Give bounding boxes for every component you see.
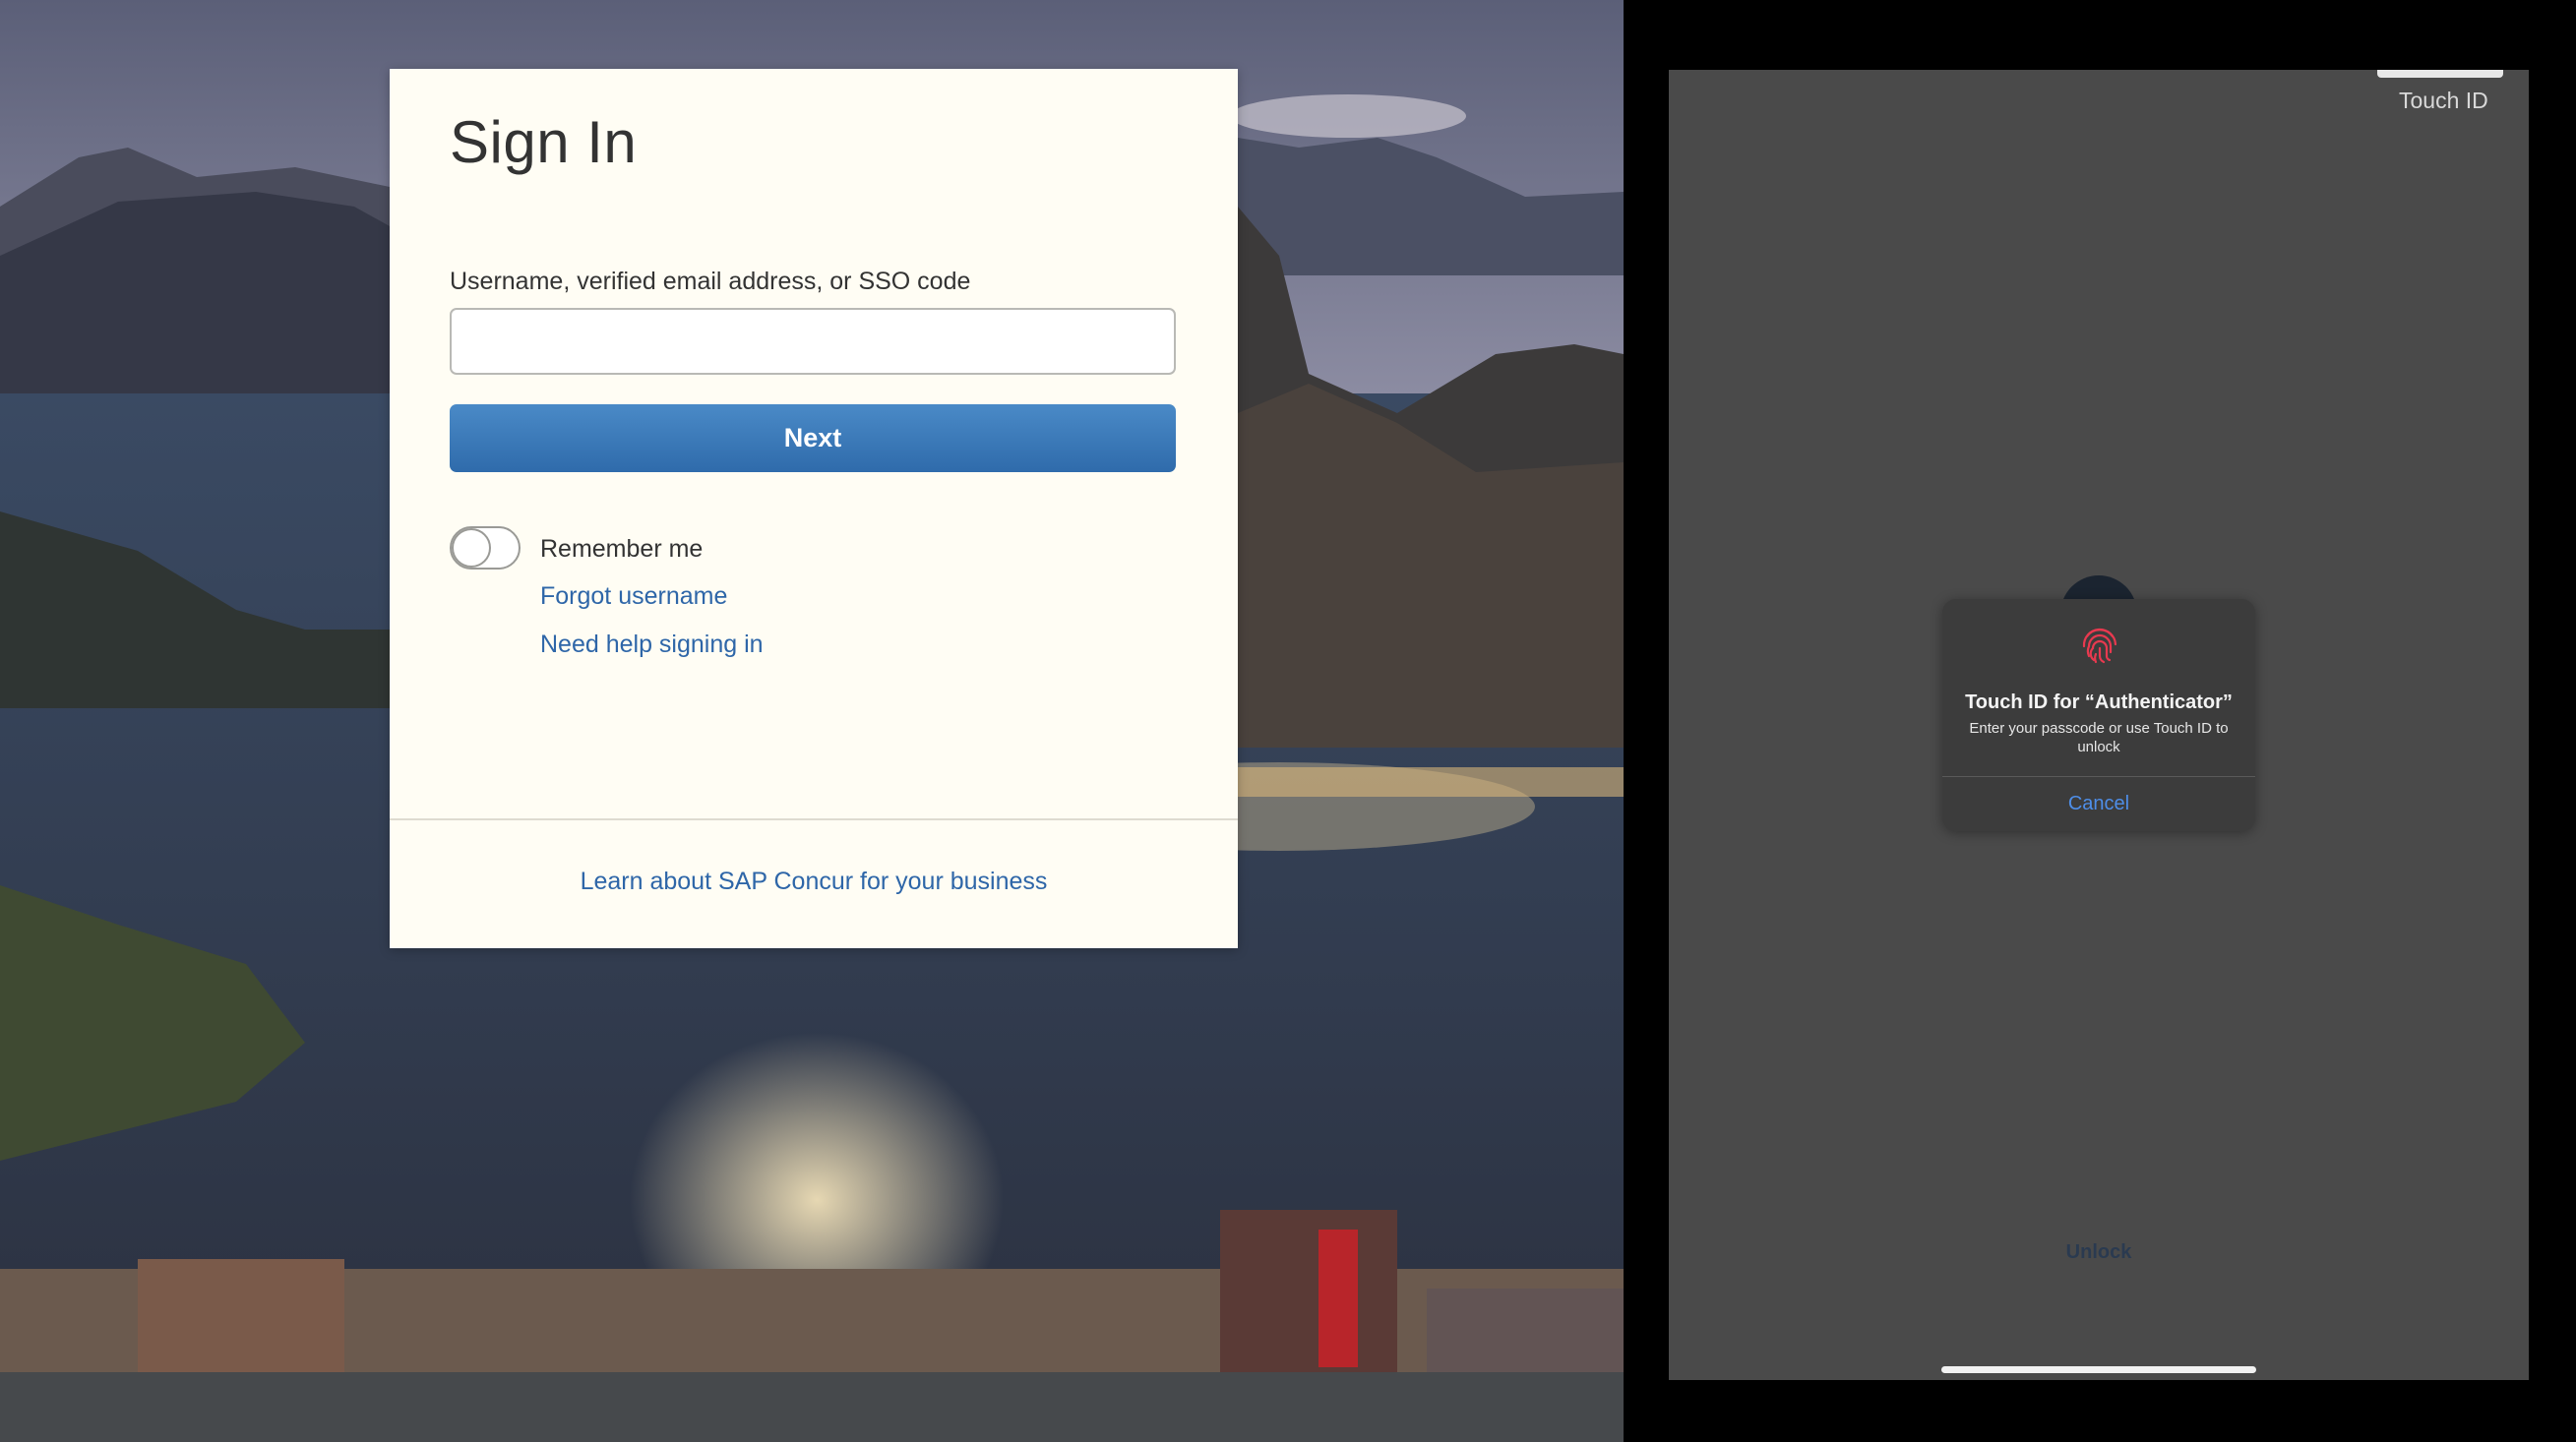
learn-about-sap-concur-link[interactable]: Learn about SAP Concur for your business [390, 868, 1238, 896]
remember-me-label: Remember me [540, 535, 704, 563]
username-input[interactable] [450, 308, 1176, 375]
home-indicator[interactable] [1941, 1366, 2256, 1373]
ipad-screen: Touch ID Touch ID for “Authenticator” En… [1669, 70, 2529, 1380]
unlock-button[interactable]: Unlock [1669, 1241, 2529, 1264]
fingerprint-icon [2082, 628, 2117, 664]
touch-id-dialog: Touch ID for “Authenticator” Enter your … [1942, 599, 2255, 831]
touch-id-corner-label: Touch ID [2399, 88, 2488, 113]
dialog-title: Touch ID for “Authenticator” [1965, 691, 2233, 713]
bottom-bar [0, 1372, 1624, 1442]
top-indicator [2377, 70, 2503, 78]
username-label: Username, verified email address, or SSO… [450, 268, 971, 295]
card-divider [390, 818, 1238, 820]
remember-me-toggle[interactable] [450, 526, 521, 570]
forgot-username-link[interactable]: Forgot username [540, 582, 727, 611]
page-title: Sign In [450, 109, 638, 175]
next-button[interactable]: Next [450, 404, 1176, 472]
web-login-pane: Sign In Username, verified email address… [0, 0, 1624, 1442]
dialog-message: Enter your passcode or use Touch ID to u… [1969, 720, 2229, 755]
need-help-link[interactable]: Need help signing in [540, 631, 764, 659]
signin-card: Sign In Username, verified email address… [390, 69, 1238, 948]
toggle-knob [452, 528, 491, 568]
cancel-button[interactable]: Cancel [1942, 777, 2255, 831]
